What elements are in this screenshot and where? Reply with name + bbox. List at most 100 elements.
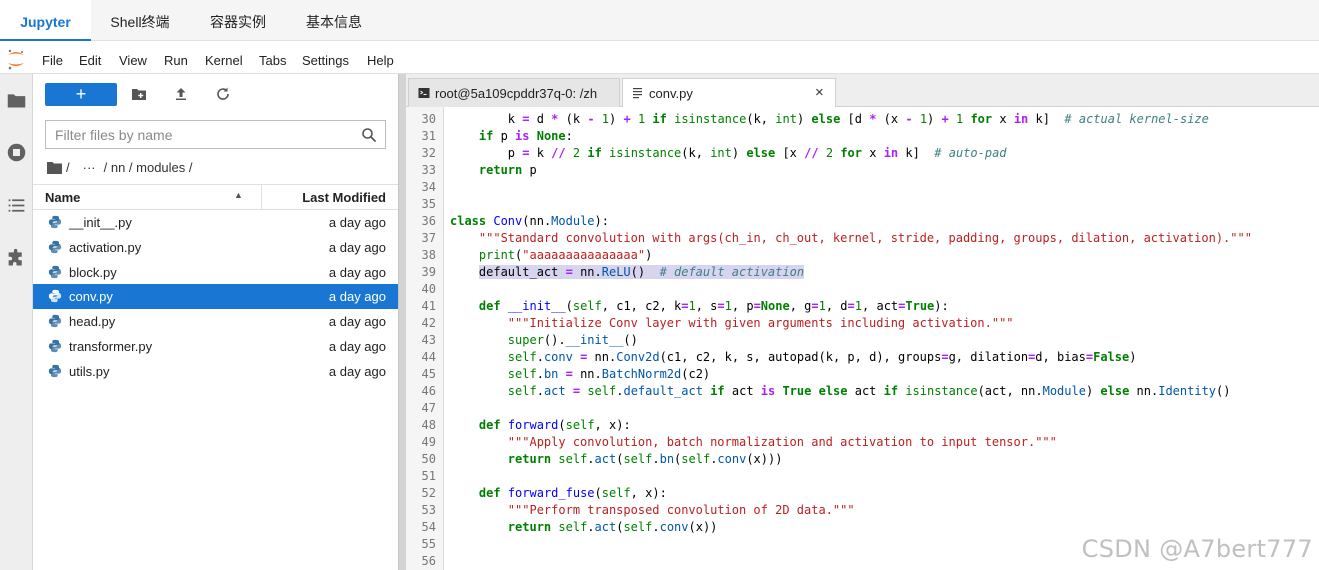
file-name: transformer.py: [69, 338, 153, 354]
column-name-header[interactable]: Name: [45, 190, 80, 205]
tab-basic-info[interactable]: 基本信息: [294, 0, 374, 41]
line-number: 38: [421, 248, 436, 262]
code-line[interactable]: 47: [406, 400, 1319, 417]
code-line[interactable]: 30 k = d * (k - 1) + 1 if isinstance(k, …: [406, 111, 1319, 128]
file-modified: a day ago: [328, 338, 386, 354]
file-row-utils[interactable]: utils.py a day ago: [33, 359, 398, 384]
home-folder-icon[interactable]: [47, 161, 62, 174]
sort-asc-icon[interactable]: ▲: [234, 190, 243, 200]
code-line[interactable]: 32 p = k // 2 if isinstance(k, int) else…: [406, 145, 1319, 162]
toc-icon[interactable]: [6, 195, 27, 216]
tab-jupyter[interactable]: Jupyter: [0, 0, 91, 41]
file-row-activation[interactable]: activation.py a day ago: [33, 235, 398, 260]
search-icon[interactable]: [361, 127, 377, 143]
file-row-head[interactable]: head.py a day ago: [33, 309, 398, 334]
line-number: 31: [421, 129, 436, 143]
folder-icon[interactable]: [6, 90, 27, 111]
file-name: __init__.py: [69, 215, 132, 230]
line-number: 34: [421, 180, 436, 194]
tab-shell-terminal[interactable]: Shell终端: [100, 0, 180, 41]
code-line[interactable]: 37 """Standard convolution with args(ch_…: [406, 230, 1319, 247]
code-line[interactable]: 42 """Initialize Conv layer with given a…: [406, 315, 1319, 332]
python-file-icon: [48, 315, 62, 328]
code-line[interactable]: 39 default_act = nn.ReLU() # default act…: [406, 264, 1319, 281]
code-text: self.bn = nn.BatchNorm2d(c2): [507, 367, 711, 381]
tab-label: root@5a109cpddr37q-0: /zh: [435, 86, 598, 101]
new-folder-icon[interactable]: [131, 86, 147, 102]
code-line[interactable]: 43 super().__init__(): [406, 332, 1319, 349]
code-line[interactable]: 36 class Conv(nn.Module):: [406, 213, 1319, 230]
menu-settings[interactable]: Settings: [302, 41, 349, 74]
breadcrumb-path[interactable]: / nn / modules /: [104, 160, 193, 175]
filter-files-input[interactable]: [46, 121, 346, 148]
upload-icon[interactable]: [173, 86, 189, 102]
close-icon[interactable]: ×: [815, 85, 827, 100]
python-file-icon: [48, 339, 62, 353]
line-number: 32: [421, 146, 436, 160]
file-row-conv[interactable]: conv.py a day ago: [33, 284, 398, 310]
code-line[interactable]: 41 def __init__(self, c1, c2, k=1, s=1, …: [406, 298, 1319, 315]
code-text: def __init__(self, c1, c2, k=1, s=1, p=N…: [478, 299, 949, 313]
menu-tabs[interactable]: Tabs: [259, 41, 286, 74]
file-name: activation.py: [69, 239, 142, 255]
line-number: 48: [421, 418, 436, 432]
menu-edit[interactable]: Edit: [79, 41, 101, 74]
code-line[interactable]: 54 return self.act(self.conv(x)): [406, 519, 1319, 536]
code-line[interactable]: 49 """Apply convolution, batch normaliza…: [406, 434, 1319, 451]
python-file-icon: [48, 290, 62, 303]
code-text: """Perform transposed convolution of 2D …: [507, 503, 855, 517]
menu-run[interactable]: Run: [164, 41, 188, 74]
code-line[interactable]: 45 self.bn = nn.BatchNorm2d(c2): [406, 366, 1319, 383]
code-line[interactable]: 34: [406, 179, 1319, 196]
code-line[interactable]: 52 def forward_fuse(self, x):: [406, 485, 1319, 502]
code-line[interactable]: 38 print("aaaaaaaaaaaaaaa"): [406, 247, 1319, 264]
menu-bar: File Edit View Run Kernel Tabs Settings …: [0, 41, 1319, 74]
code-text: def forward_fuse(self, x):: [478, 486, 667, 500]
extension-icon[interactable]: [6, 248, 27, 269]
code-line[interactable]: 51: [406, 468, 1319, 485]
breadcrumb-separator: /: [66, 159, 70, 175]
terminal-icon: [418, 88, 430, 98]
code-line[interactable]: 31 if p is None:: [406, 128, 1319, 145]
code-text: default_act = nn.ReLU() # default activa…: [478, 265, 805, 279]
code-line[interactable]: 48 def forward(self, x):: [406, 417, 1319, 434]
code-editor[interactable]: 30 k = d * (k - 1) + 1 if isinstance(k, …: [406, 107, 1319, 570]
file-row-transformer[interactable]: transformer.py a day ago: [33, 334, 398, 359]
tab-container-instance[interactable]: 容器实例: [198, 0, 278, 41]
file-row-init[interactable]: __init__.py a day ago: [33, 210, 398, 235]
new-launcher-button[interactable]: +: [45, 83, 117, 106]
code-line[interactable]: 35: [406, 196, 1319, 213]
line-number: 33: [421, 163, 436, 177]
breadcrumb-ellipsis[interactable]: ···: [83, 160, 96, 175]
running-icon[interactable]: [6, 142, 27, 163]
refresh-icon[interactable]: [215, 86, 231, 102]
menu-kernel[interactable]: Kernel: [205, 41, 243, 74]
column-divider[interactable]: [261, 185, 262, 209]
line-number: 40: [421, 282, 436, 296]
code-text: self.act = self.default_act if act is Tr…: [507, 384, 1231, 398]
code-line[interactable]: 33 return p: [406, 162, 1319, 179]
code-line[interactable]: 40: [406, 281, 1319, 298]
menu-help[interactable]: Help: [367, 41, 394, 74]
panel-splitter[interactable]: [398, 74, 406, 570]
file-row-block[interactable]: block.py a day ago: [33, 260, 398, 285]
menu-file[interactable]: File: [42, 41, 63, 74]
line-number: 37: [421, 231, 436, 245]
column-modified-header[interactable]: Last Modified: [302, 190, 386, 205]
file-list: __init__.py a day ago activation.py a da…: [33, 210, 398, 384]
line-number: 49: [421, 435, 436, 449]
line-number: 51: [421, 469, 436, 483]
code-line[interactable]: 50 return self.act(self.bn(self.conv(x))…: [406, 451, 1319, 468]
line-number: 44: [421, 350, 436, 364]
editor-tab-bar: root@5a109cpddr37q-0: /zh conv.py ×: [406, 74, 1319, 108]
tab-terminal[interactable]: root@5a109cpddr37q-0: /zh: [408, 78, 620, 107]
code-line[interactable]: 46 self.act = self.default_act if act is…: [406, 383, 1319, 400]
line-number: 45: [421, 367, 436, 381]
code-line[interactable]: 44 self.conv = nn.Conv2d(c1, c2, k, s, a…: [406, 349, 1319, 366]
menu-view[interactable]: View: [119, 41, 147, 74]
line-number: 52: [421, 486, 436, 500]
code-text: return p: [478, 163, 537, 177]
tab-conv-py[interactable]: conv.py ×: [622, 78, 836, 108]
file-name: utils.py: [69, 363, 110, 379]
code-line[interactable]: 53 """Perform transposed convolution of …: [406, 502, 1319, 519]
